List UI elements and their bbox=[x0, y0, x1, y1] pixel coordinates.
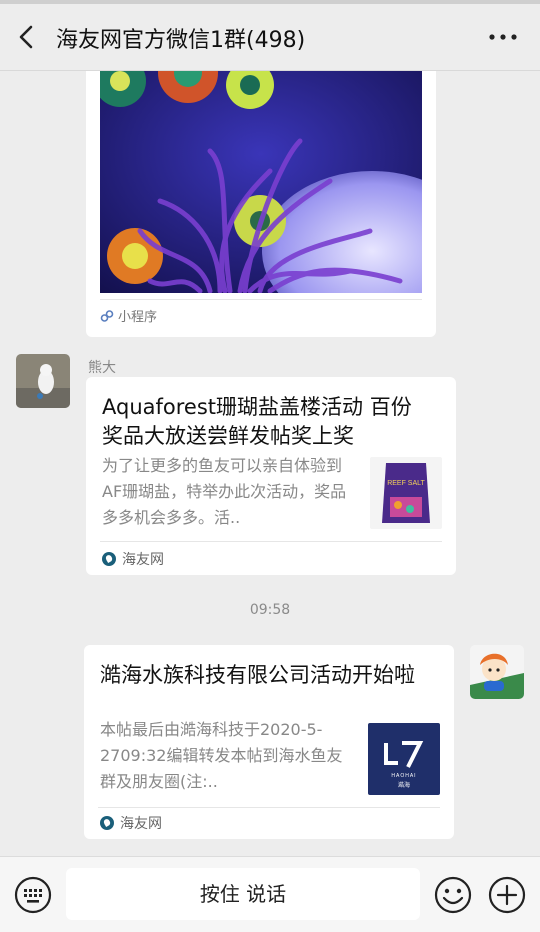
card-thumbnail: HAOHAI 澔海 bbox=[368, 723, 440, 795]
avatar[interactable] bbox=[16, 354, 70, 408]
card-title: Aquaforest珊瑚盐盖楼活动 百份奖品大放送尝鲜发帖奖上奖 bbox=[102, 395, 412, 448]
mini-program-label: 小程序 bbox=[118, 310, 158, 325]
card-source: 海友网 bbox=[102, 549, 164, 569]
mini-program-icon bbox=[100, 309, 114, 322]
source-icon bbox=[102, 552, 116, 566]
thumb-text: HAOHAI bbox=[391, 773, 416, 779]
emoji-icon[interactable] bbox=[434, 876, 472, 914]
link-card[interactable]: Aquaforest珊瑚盐盖楼活动 百份奖品大放送尝鲜发帖奖上奖 为了让更多的鱼… bbox=[86, 377, 456, 575]
message-timestamp: 09:58 bbox=[249, 602, 291, 618]
more-dots-icon[interactable] bbox=[488, 32, 518, 42]
chat-title: 海友网官方微信1群(498) bbox=[56, 28, 306, 53]
sender-name: 熊大 bbox=[88, 360, 116, 376]
mini-program-footer: 小程序 bbox=[100, 306, 157, 325]
card-description: 为了让更多的鱼友可以亲自体验到AF珊瑚盐，特举办此次活动，奖品多多机会多多。活.… bbox=[102, 456, 347, 527]
mini-program-image bbox=[100, 71, 422, 293]
card-source: 海友网 bbox=[100, 813, 162, 833]
mini-program-card[interactable]: 小程序 bbox=[86, 71, 436, 337]
source-label: 海友网 bbox=[122, 552, 164, 568]
keyboard-icon[interactable] bbox=[14, 876, 52, 914]
card-description: 本帖最后由澔海科技于2020-5-2709:32编辑转发本帖到海水鱼友群及朋友圈… bbox=[100, 720, 343, 791]
source-icon bbox=[100, 816, 114, 830]
card-divider bbox=[100, 541, 442, 542]
thumb-subtext: 澔海 bbox=[398, 781, 410, 789]
card-divider bbox=[98, 807, 440, 808]
link-card[interactable]: 澔海水族科技有限公司活动开始啦 本帖最后由澔海科技于2020-5-2709:32… bbox=[84, 645, 454, 839]
plus-icon[interactable] bbox=[488, 876, 526, 914]
thumb-text: REEF SALT bbox=[387, 480, 425, 487]
card-divider bbox=[100, 299, 422, 300]
source-label: 海友网 bbox=[120, 816, 162, 832]
chat-header: 海友网官方微信1群(498) bbox=[0, 4, 540, 71]
card-title: 澔海水族科技有限公司活动开始啦 bbox=[100, 663, 415, 687]
avatar[interactable] bbox=[470, 645, 524, 699]
card-thumbnail: REEF SALT bbox=[370, 457, 442, 529]
input-bar: 按住 说话 bbox=[0, 856, 540, 932]
chevron-left-icon[interactable] bbox=[14, 24, 40, 50]
message-list[interactable]: 小程序 熊大 Aquaforest珊瑚盐盖楼活动 百份奖品大放送尝鲜发帖奖上奖 … bbox=[0, 71, 540, 856]
hold-to-talk-button[interactable]: 按住 说话 bbox=[66, 868, 420, 920]
